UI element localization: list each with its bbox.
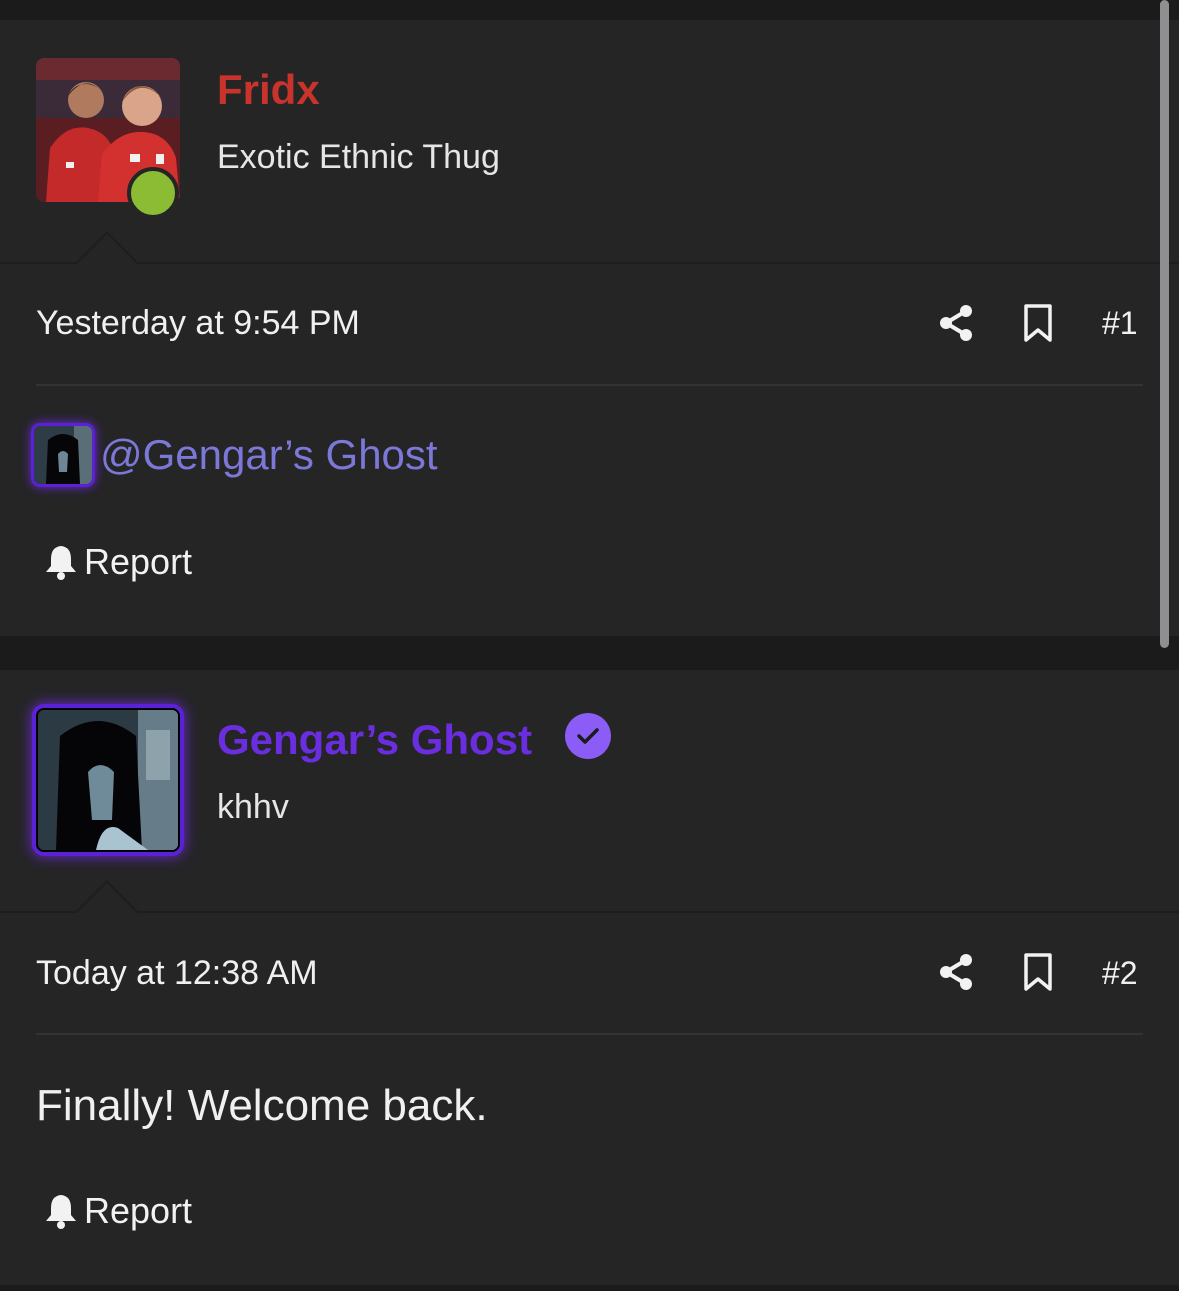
online-status-indicator (127, 167, 179, 219)
user-title: khhv (217, 788, 289, 826)
share-icon[interactable] (937, 952, 977, 992)
post-timestamp[interactable]: Today at 12:38 AM (36, 953, 318, 993)
post-body: Finally! Welcome back. (36, 1081, 488, 1130)
bell-icon (46, 1195, 76, 1229)
report-button[interactable]: Report (44, 541, 192, 583)
user-title: Exotic Ethnic Thug (217, 138, 500, 176)
mention-avatar (34, 426, 92, 484)
user-block-divider (0, 911, 1179, 913)
meta-divider (36, 1033, 1143, 1035)
username-gengars-ghost[interactable]: Gengar’s Ghost (217, 716, 532, 764)
user-block-divider (0, 262, 1179, 264)
user-caret (75, 880, 139, 913)
scrollbar[interactable] (1160, 0, 1169, 648)
username-fridx[interactable]: Fridx (217, 66, 320, 114)
post-number-link[interactable]: #1 (1102, 303, 1138, 343)
post-1-user-block: Fridx Exotic Ethnic Thug (0, 20, 1179, 262)
meta-divider (36, 384, 1143, 386)
verified-check-icon (565, 713, 611, 759)
post-number-link[interactable]: #2 (1102, 953, 1138, 993)
post-2-user-block: Gengar’s Ghost khhv (0, 670, 1179, 911)
report-label: Report (84, 1190, 193, 1231)
bottom-divider (0, 1285, 1179, 1291)
bookmark-icon[interactable] (1018, 952, 1058, 992)
share-icon[interactable] (937, 303, 977, 343)
post-1: Fridx Exotic Ethnic Thug Yesterday at 9:… (0, 20, 1179, 636)
user-caret (75, 231, 139, 264)
bell-icon (46, 546, 76, 580)
report-label: Report (84, 541, 193, 582)
post-timestamp[interactable]: Yesterday at 9:54 PM (36, 303, 360, 343)
avatar-gengars-ghost[interactable] (36, 708, 180, 852)
report-button[interactable]: Report (44, 1190, 192, 1232)
post-2: Gengar’s Ghost khhv Today at 12:38 AM #2… (0, 670, 1179, 1285)
top-divider (0, 0, 1179, 20)
bookmark-icon[interactable] (1018, 303, 1058, 343)
mention-username[interactable]: @Gengar’s Ghost (100, 431, 438, 479)
user-mention[interactable]: @Gengar’s Ghost (34, 426, 438, 484)
post-separator (0, 636, 1179, 670)
